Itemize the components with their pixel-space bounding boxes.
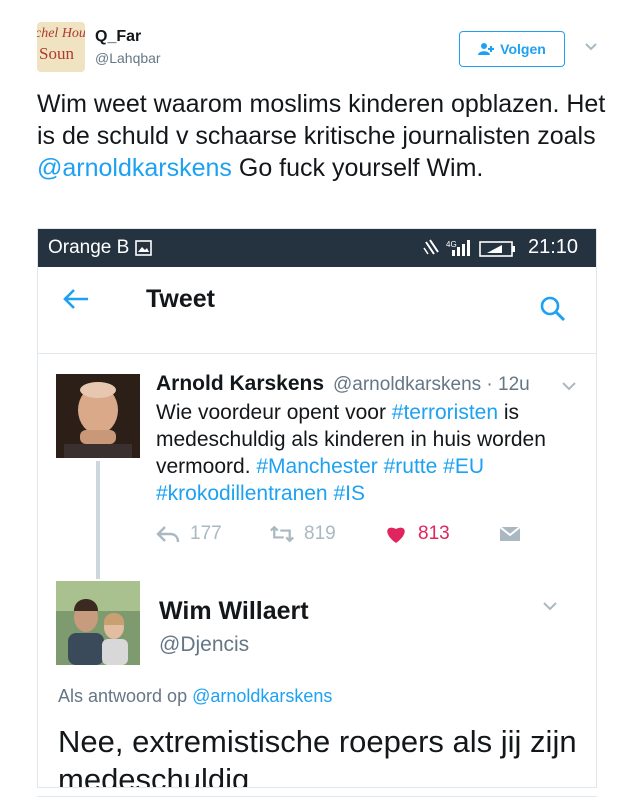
status-time: 21:10	[528, 236, 579, 258]
reply-author-avatar[interactable]	[56, 581, 140, 665]
quoted-tweet-avatar[interactable]	[56, 374, 140, 458]
hashtag-link[interactable]: #Manchester	[256, 455, 377, 478]
tweet-text-end: Go fuck yourself Wim.	[231, 154, 484, 182]
hashtag-link[interactable]: #terroristen	[392, 401, 498, 424]
author-name[interactable]: Q_Far	[95, 28, 141, 46]
quoted-tweet-meta: @arnoldkarskens · 12u	[333, 374, 530, 395]
screen-title: Tweet	[146, 285, 215, 313]
avatar-text-line2: Soun	[39, 44, 74, 63]
hashtag-link[interactable]: #EU	[443, 455, 484, 478]
quoted-tweet-text-part: Wie voordeur opent voor	[156, 401, 392, 424]
vibrate-icon	[423, 239, 439, 255]
author-avatar[interactable]: chel Hou Soun	[37, 22, 85, 72]
chevron-down-icon[interactable]	[560, 379, 578, 393]
divider	[38, 353, 596, 354]
status-icons: 4G	[423, 239, 515, 257]
tweet-mention-link[interactable]: @arnoldkarskens	[37, 154, 232, 182]
reply-text: Nee, extremistische roepers als jij zijn…	[58, 724, 577, 788]
follow-label: Volgen	[500, 41, 546, 57]
chevron-down-icon[interactable]	[583, 38, 599, 54]
hashtag-link[interactable]: #krokodillentranen	[156, 482, 328, 505]
quoted-tweet-author[interactable]: Arnold Karskens	[156, 372, 324, 396]
embedded-screenshot[interactable]: Orange B 4G 21:10 Tweet Arnold Karskens …	[37, 228, 597, 788]
like-button[interactable]: 813	[384, 523, 450, 545]
chevron-down-icon[interactable]	[541, 599, 559, 613]
tweet-text-body: Wim weet waarom moslims kinderen opblaze…	[37, 90, 606, 150]
status-bar: Orange B 4G 21:10	[38, 229, 596, 267]
hashtag-link[interactable]: #IS	[333, 482, 365, 505]
back-arrow-icon[interactable]	[62, 287, 90, 311]
image-icon	[135, 240, 152, 256]
reply-context: Als antwoord op @arnoldkarskens	[58, 686, 332, 707]
divider	[37, 796, 597, 797]
retweet-button[interactable]: 819	[270, 523, 336, 545]
retweet-count: 819	[304, 523, 336, 544]
reply-author-handle[interactable]: @Djencis	[159, 633, 249, 657]
quoted-tweet-text: Wie voordeur opent voor #terroristen is …	[156, 399, 566, 507]
hashtag-link[interactable]: #rutte	[384, 455, 438, 478]
thread-connector	[96, 461, 100, 579]
battery-icon	[479, 241, 515, 257]
author-handle[interactable]: @Lahqbar	[95, 50, 161, 66]
like-count: 813	[418, 523, 450, 544]
reply-icon	[156, 526, 180, 543]
direct-message-button[interactable]	[498, 523, 522, 545]
reply-button[interactable]: 177	[156, 523, 222, 545]
reply-count: 177	[190, 523, 222, 544]
search-icon[interactable]	[540, 296, 566, 322]
envelope-icon	[499, 526, 521, 541]
add-user-icon	[478, 43, 495, 55]
reply-context-label: Als antwoord op	[58, 686, 193, 706]
avatar-text-line1: chel Hou	[37, 26, 85, 41]
tweet-actions: 177 819 813	[156, 523, 576, 553]
reply-context-mention[interactable]: @arnoldkarskens	[192, 686, 332, 706]
network-type: 4G	[446, 240, 457, 249]
tweet-text: Wim weet waarom moslims kinderen opblaze…	[37, 88, 607, 184]
heart-icon	[387, 527, 405, 543]
follow-button[interactable]: Volgen	[459, 31, 565, 67]
reply-author-name[interactable]: Wim Willaert	[159, 597, 309, 626]
retweet-icon	[270, 525, 294, 543]
carrier-name: Orange B	[48, 237, 130, 258]
